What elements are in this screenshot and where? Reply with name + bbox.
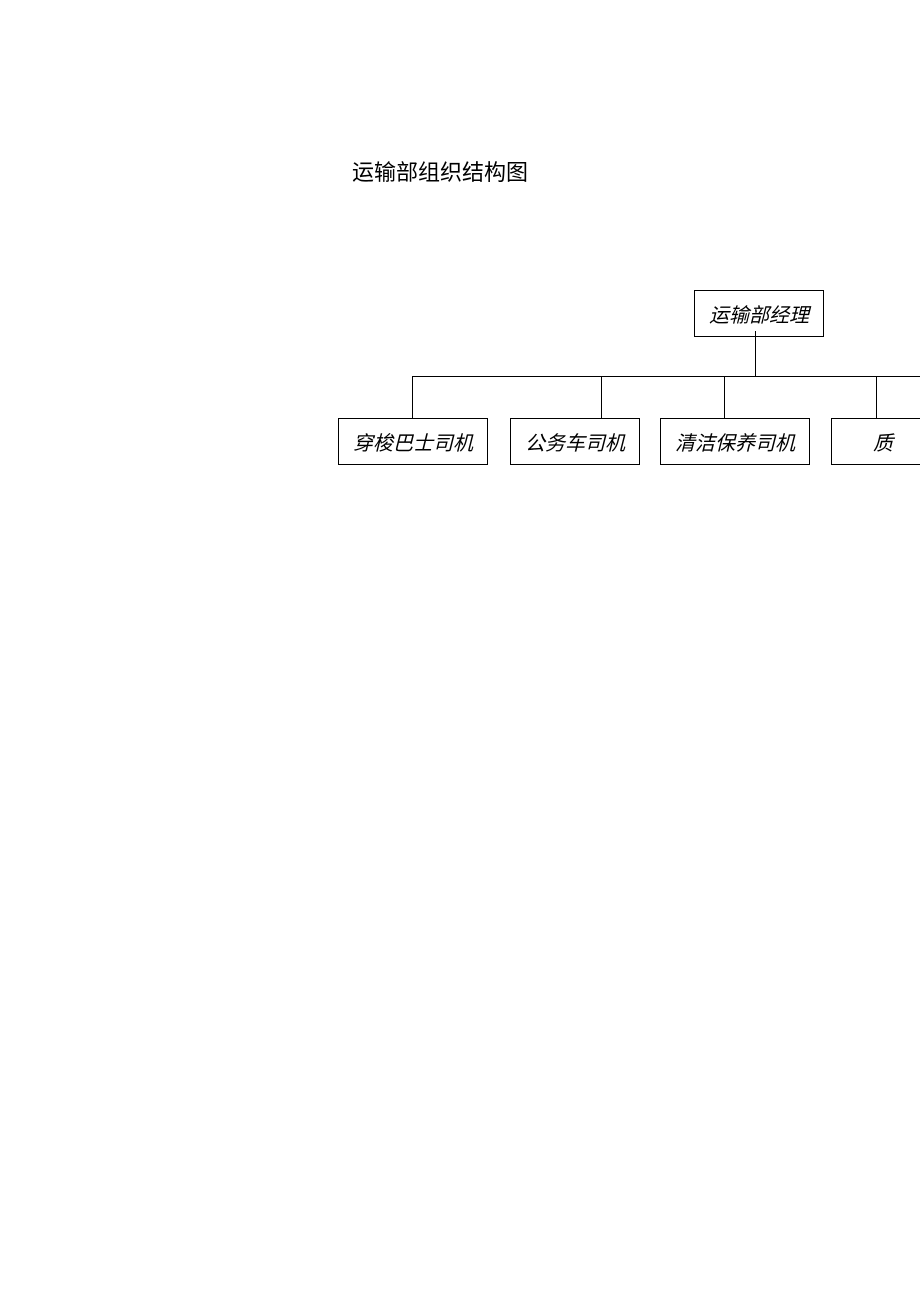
connector-line (601, 376, 602, 418)
node-manager: 运输部经理 (694, 290, 824, 337)
diagram-title: 运输部组织结构图 (352, 155, 528, 187)
connector-line (724, 376, 725, 418)
node-official-car-driver: 公务车司机 (510, 418, 640, 465)
node-partial: 质 (831, 418, 920, 465)
connector-line (412, 376, 413, 418)
connector-line (755, 331, 756, 377)
node-cleaning-maintenance-driver: 清洁保养司机 (660, 418, 810, 465)
connector-line (412, 376, 920, 377)
connector-line (876, 376, 877, 418)
node-shuttle-bus-driver: 穿梭巴士司机 (338, 418, 488, 465)
